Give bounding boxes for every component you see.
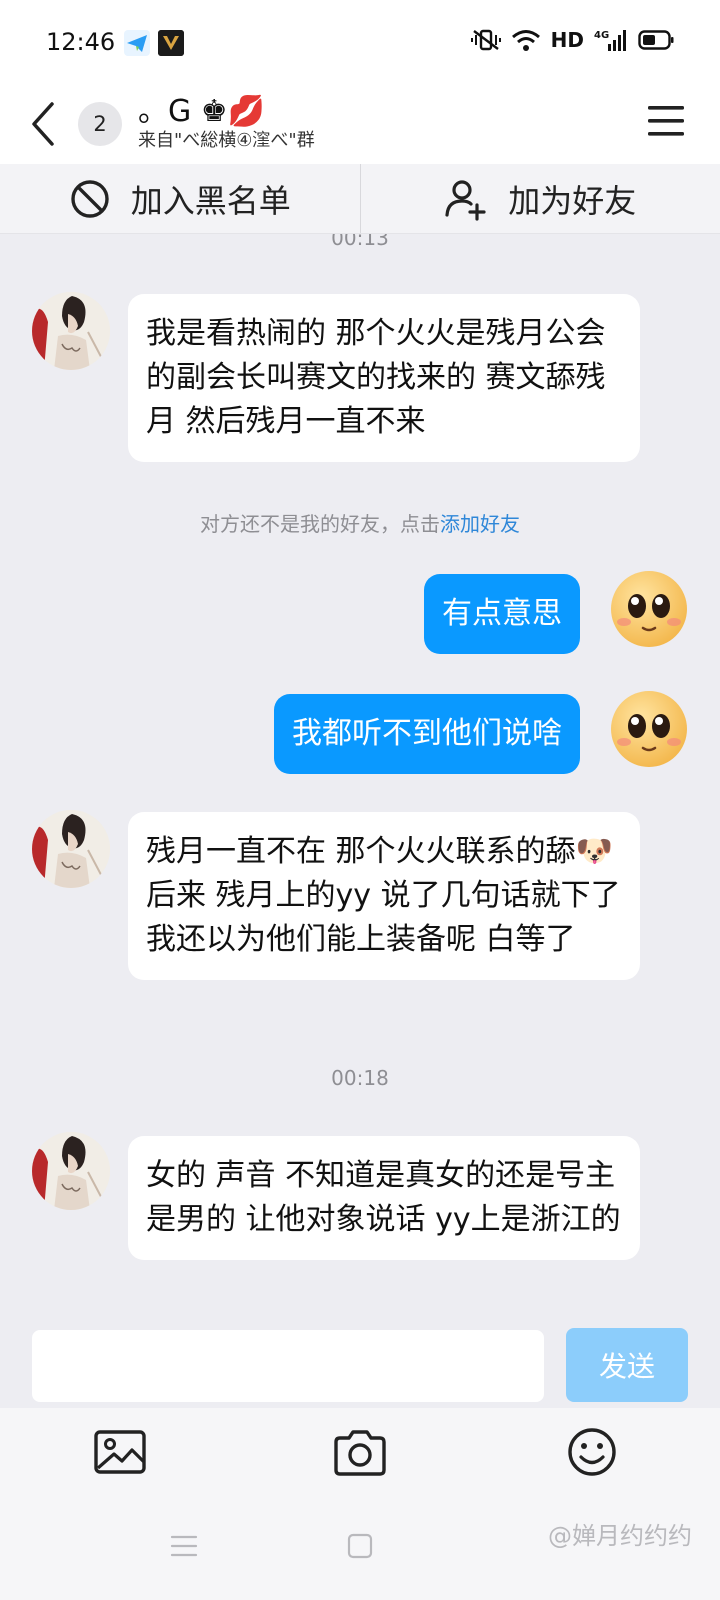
status-bar: 12:46 HD 4G bbox=[0, 0, 720, 86]
incoming-message[interactable]: 女的 声音 不知道是真女的还是号主是男的 让他对象说话 yy上是浙江的 bbox=[128, 1136, 640, 1260]
not-friend-notice: 对方还不是我的好友，点击添加好友 bbox=[0, 508, 720, 537]
add-friend-link[interactable]: 添加好友 bbox=[440, 512, 520, 536]
hd-label: HD bbox=[550, 28, 584, 52]
telegram-app-icon bbox=[124, 30, 150, 56]
incoming-message[interactable]: 我是看热闹的 那个火火是残月公会的副会长叫赛文的找来的 赛文舔残月 然后残月一直… bbox=[128, 294, 640, 462]
battery-icon bbox=[638, 30, 674, 50]
contact-name: 。G ♚💋 bbox=[138, 94, 266, 129]
stranger-action-bar: 加入黑名单 加为好友 bbox=[0, 164, 720, 234]
add-friend-label: 加为好友 bbox=[508, 181, 637, 220]
vibrate-icon bbox=[470, 29, 501, 51]
chat-header: 2 。G ♚💋 来自"べ総横④漥べ"群 bbox=[0, 86, 720, 164]
status-indicators: HD 4G bbox=[470, 28, 674, 52]
incoming-message[interactable]: 残月一直不在 那个火火联系的舔🐶 后来 残月上的yy 说了几句话就下了 我还以为… bbox=[128, 812, 640, 980]
camera-icon[interactable] bbox=[332, 1426, 388, 1478]
outgoing-message[interactable]: 我都听不到他们说啥 bbox=[274, 694, 580, 774]
message-timestamp: 00:13 bbox=[331, 234, 389, 250]
system-nav-bar: @婵月约约约 bbox=[0, 1496, 720, 1600]
add-to-blacklist-button[interactable]: 加入黑名单 bbox=[0, 164, 360, 233]
back-button[interactable] bbox=[24, 96, 64, 152]
contact-avatar[interactable] bbox=[32, 292, 110, 370]
unread-count-badge[interactable]: 2 bbox=[78, 102, 122, 146]
svg-text:4G: 4G bbox=[594, 30, 609, 41]
message-input[interactable] bbox=[32, 1330, 544, 1402]
contact-avatar[interactable] bbox=[32, 810, 110, 888]
game-app-icon bbox=[158, 30, 184, 56]
status-time: 12:46 bbox=[46, 28, 116, 56]
block-icon bbox=[71, 179, 109, 218]
message-list[interactable]: 00:13 我是看热闹的 那个火火是残月公会的副会长叫赛文的找来的 赛文舔残月 … bbox=[0, 234, 720, 1320]
wifi-icon bbox=[511, 30, 540, 51]
blacklist-label: 加入黑名单 bbox=[130, 181, 291, 220]
message-timestamp: 00:18 bbox=[331, 1066, 389, 1090]
cell-signal-icon: 4G bbox=[594, 30, 626, 51]
send-button[interactable]: 发送 bbox=[566, 1328, 688, 1402]
attachment-toolbar bbox=[0, 1408, 720, 1496]
my-avatar[interactable] bbox=[610, 570, 688, 648]
image-icon[interactable] bbox=[92, 1426, 148, 1478]
add-user-icon bbox=[445, 179, 486, 221]
contact-avatar[interactable] bbox=[32, 1132, 110, 1210]
home-icon[interactable] bbox=[342, 1528, 378, 1564]
outgoing-message[interactable]: 有点意思 bbox=[424, 574, 580, 654]
emoji-icon[interactable] bbox=[564, 1426, 620, 1478]
my-avatar[interactable] bbox=[610, 690, 688, 768]
watermark: @婵月约约约 bbox=[548, 1522, 692, 1550]
not-friend-text: 对方还不是我的好友，点击 bbox=[200, 512, 440, 536]
menu-icon[interactable] bbox=[648, 104, 684, 138]
contact-source: 来自"べ総横④漥べ"群 bbox=[138, 130, 315, 151]
input-bar: 发送 bbox=[0, 1320, 720, 1408]
recent-apps-icon[interactable] bbox=[166, 1528, 202, 1564]
add-friend-button[interactable]: 加为好友 bbox=[361, 164, 720, 233]
